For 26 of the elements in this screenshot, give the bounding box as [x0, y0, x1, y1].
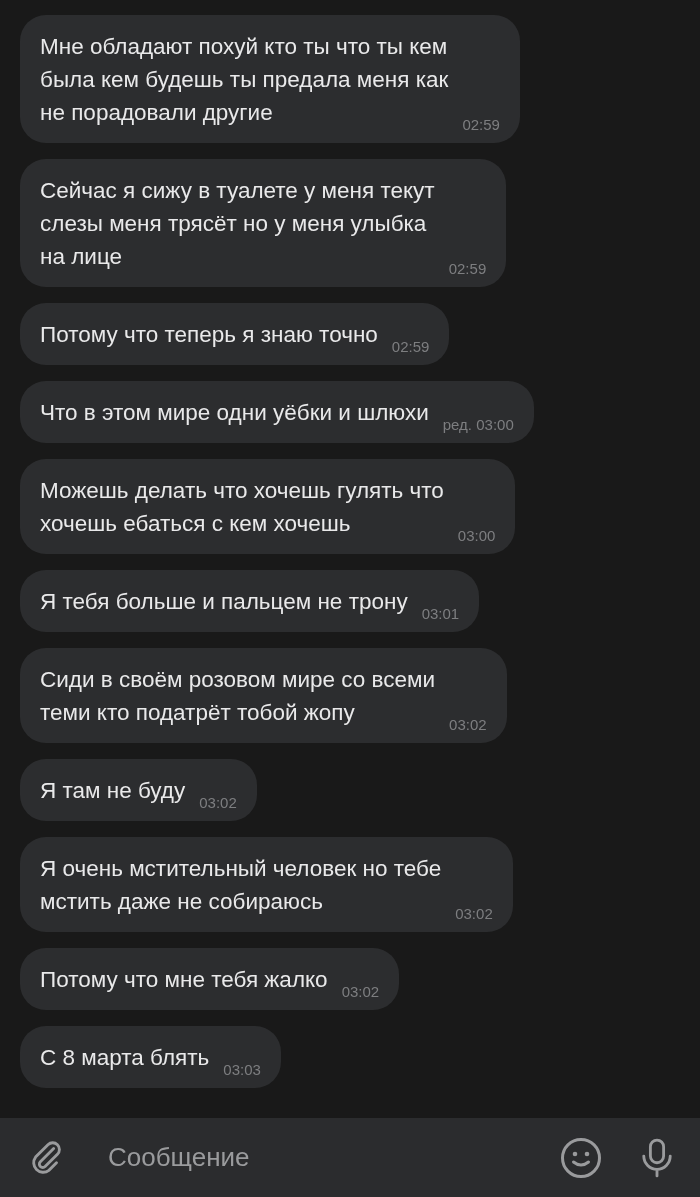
message-text: Я очень мстительный человек но тебе мстить даже не собираюсь — [40, 855, 442, 916]
message-text: С 8 марта блять — [40, 1044, 210, 1072]
message-composer[interactable]: Сообщение — [0, 1118, 700, 1197]
microphone-icon[interactable] — [640, 1137, 674, 1178]
message-time: 03:02 — [449, 716, 487, 733]
message-text: Сиди в своём розовом мире со всеми теми кто податрёт тобой жопу — [40, 666, 436, 727]
smiley-icon[interactable] — [560, 1136, 602, 1179]
message-input[interactable]: Сообщение — [86, 1142, 540, 1173]
message-time: 03:03 — [223, 1061, 261, 1078]
message-text: Что в этом мире одни уёбки и шлюхи — [40, 399, 429, 427]
message-time: 03:02 — [341, 983, 380, 1000]
message-text: Можешь делать что хочешь гулять что хочешь ебаться с кем хочешь — [40, 477, 444, 538]
message-text: Потому что теперь я знаю точно — [40, 321, 378, 349]
message-time: 02:59 — [462, 116, 500, 133]
message-text: Мне обладают похуй кто ты что ты кем была кем будешь ты предала меня как не порадовали другие — [40, 33, 449, 127]
message-time: 03:00 — [457, 527, 496, 544]
message-time: 03:02 — [455, 905, 493, 922]
message-text: Потому что мне тебя жалко — [40, 966, 328, 994]
message-time: ред. 03:00 — [442, 416, 514, 433]
message-text: Сейчас я сижу в туалете у меня текут слезы меня трясёт но у меня улыбка на лице — [40, 177, 435, 271]
message-text: Я тебя больше и пальцем не трону — [40, 588, 408, 616]
message-time: 02:59 — [448, 260, 487, 277]
message-text: Я там не буду — [40, 777, 186, 805]
message-time: 03:02 — [199, 794, 237, 811]
message-time: 03:01 — [421, 605, 460, 622]
message-time: 02:59 — [391, 338, 430, 355]
